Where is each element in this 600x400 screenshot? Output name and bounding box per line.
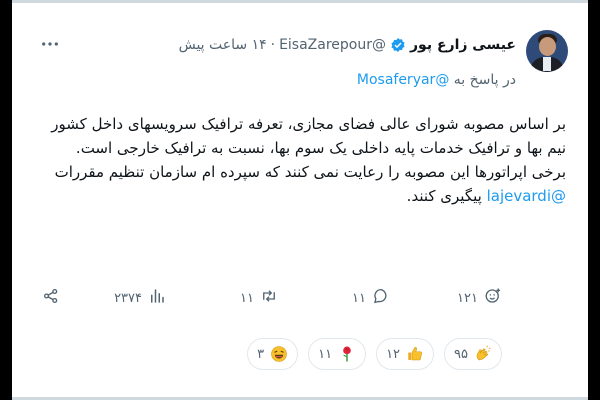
avatar[interactable] [526,30,568,72]
more-options-icon[interactable] [40,36,60,52]
reply-prefix: در پاسخ به [453,72,516,88]
reactions-button[interactable]: ۱۲۱ [457,284,502,312]
rose-icon [338,345,356,363]
reactions-count: ۱۲۱ [457,290,478,306]
tweet-text-line-4-rest: پیگیری کنند. [406,187,487,205]
tweet-text-line-2: نیم بها و ترافیک خدمات پایه داخلی یک سوم… [75,139,566,157]
reply-bubble-icon [372,287,390,309]
share-button[interactable] [42,284,60,312]
mention-link[interactable]: @lajevardi [487,187,566,205]
reply-button[interactable]: ۱۱ [352,284,390,312]
timestamp[interactable]: ۱۴ ساعت پیش [179,37,267,53]
reaction-count-laughing: ۳ [257,346,265,362]
retweet-count: ۱۱ [240,290,254,306]
action-bar: ۱۲۱ ۱۱ ۱۱ ۲۳۷۴ [12,284,588,312]
author-handle[interactable]: @EisaZarepour [279,37,386,53]
author-name[interactable]: عیسی زارع پور [410,37,516,53]
retweet-icon [260,287,278,309]
tweet-text: بر اساس مصوبه شورای عالی فضای مجازی، تعر… [42,112,566,208]
views-button[interactable]: ۲۳۷۴ [114,284,166,312]
reaction-count-rose: ۱۱ [318,346,333,362]
retweet-button[interactable]: ۱۱ [240,284,278,312]
views-count: ۲۳۷۴ [114,290,142,306]
tweet-text-line-4: @lajevardi پیگیری کنند. [42,184,566,208]
reaction-count-thumbs-up: ۱۲ [386,346,401,362]
reaction-pill-rose[interactable]: ۱۱ [308,338,367,370]
thumbs-up-icon [406,345,424,363]
right-frame-edge [588,0,600,400]
reply-context: در پاسخ به @Mosaferyar [357,72,516,88]
separator-dot: · [270,37,276,53]
tweet-card: عیسی زارع پور @EisaZarepour · ۱۴ ساعت پی… [12,0,588,400]
views-chart-icon [148,287,166,309]
reaction-count-clapping: ۹۵ [454,346,468,362]
reaction-pill-laughing[interactable]: ۳ [247,338,299,370]
verified-badge-icon [390,37,406,53]
tweet-text-line-3: برخی اپراتورها این مصوبه را رعایت نمی کن… [54,163,566,181]
laughing-face-icon [270,345,288,363]
reaction-pill-clapping[interactable]: ۹۵ [444,338,502,370]
clapping-hands-icon [474,345,492,363]
share-icon [42,287,60,309]
reply-handle-link[interactable]: @Mosaferyar [357,72,449,88]
avatar-shirt [543,57,551,71]
reaction-pills: ۹۵ ۱۲ ۱۱ ۳ [247,338,502,370]
reply-count: ۱۱ [352,290,366,306]
reaction-pill-thumbs-up[interactable]: ۱۲ [376,338,435,370]
add-reaction-icon [484,287,502,309]
left-frame-edge [0,0,12,400]
tweet-text-line-1: بر اساس مصوبه شورای عالی فضای مجازی، تعر… [51,115,566,133]
tweet-header: عیسی زارع پور @EisaZarepour · ۱۴ ساعت پی… [179,37,516,53]
avatar-head [539,37,556,56]
